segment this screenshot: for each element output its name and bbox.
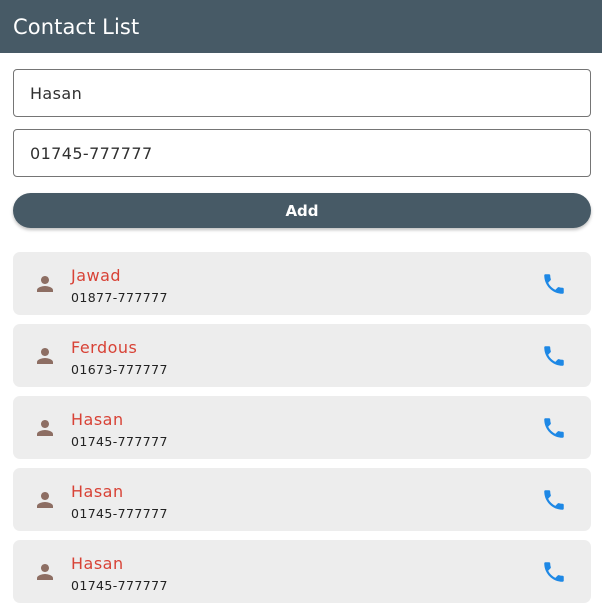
person-icon (33, 416, 57, 440)
contact-name: Ferdous (71, 338, 138, 357)
contact-card[interactable]: Hasan 01745-777777 (13, 468, 591, 531)
person-icon (33, 344, 57, 368)
app-bar: Contact List (0, 0, 602, 53)
contact-card[interactable]: Hasan 01745-777777 (13, 540, 591, 603)
contact-phone: 01877-777777 (71, 290, 168, 305)
phone-icon[interactable] (539, 413, 569, 443)
phone-field[interactable] (13, 129, 591, 177)
contact-card[interactable]: Ferdous 01673-777777 (13, 324, 591, 387)
phone-icon[interactable] (539, 341, 569, 371)
phone-icon[interactable] (539, 485, 569, 515)
phone-icon[interactable] (539, 269, 569, 299)
add-button[interactable]: Add (13, 193, 591, 228)
contact-phone: 01745-777777 (71, 434, 168, 449)
contact-phone: 01673-777777 (71, 362, 168, 377)
page-title: Contact List (13, 14, 140, 39)
contact-card[interactable]: Jawad 01877-777777 (13, 252, 591, 315)
person-icon (33, 488, 57, 512)
phone-input[interactable] (14, 143, 590, 163)
contact-list: Jawad 01877-777777 Ferdous 01673-777777 … (13, 252, 591, 612)
contact-name: Hasan (71, 554, 124, 573)
contact-phone: 01745-777777 (71, 506, 168, 521)
person-icon (33, 560, 57, 584)
person-icon (33, 272, 57, 296)
name-field[interactable] (13, 69, 591, 117)
contact-name: Hasan (71, 410, 124, 429)
contact-phone: 01745-777777 (71, 578, 168, 593)
name-input[interactable] (14, 83, 590, 103)
contact-card[interactable]: Hasan 01745-777777 (13, 396, 591, 459)
contact-name: Jawad (71, 266, 122, 285)
phone-icon[interactable] (539, 557, 569, 587)
contact-name: Hasan (71, 482, 124, 501)
